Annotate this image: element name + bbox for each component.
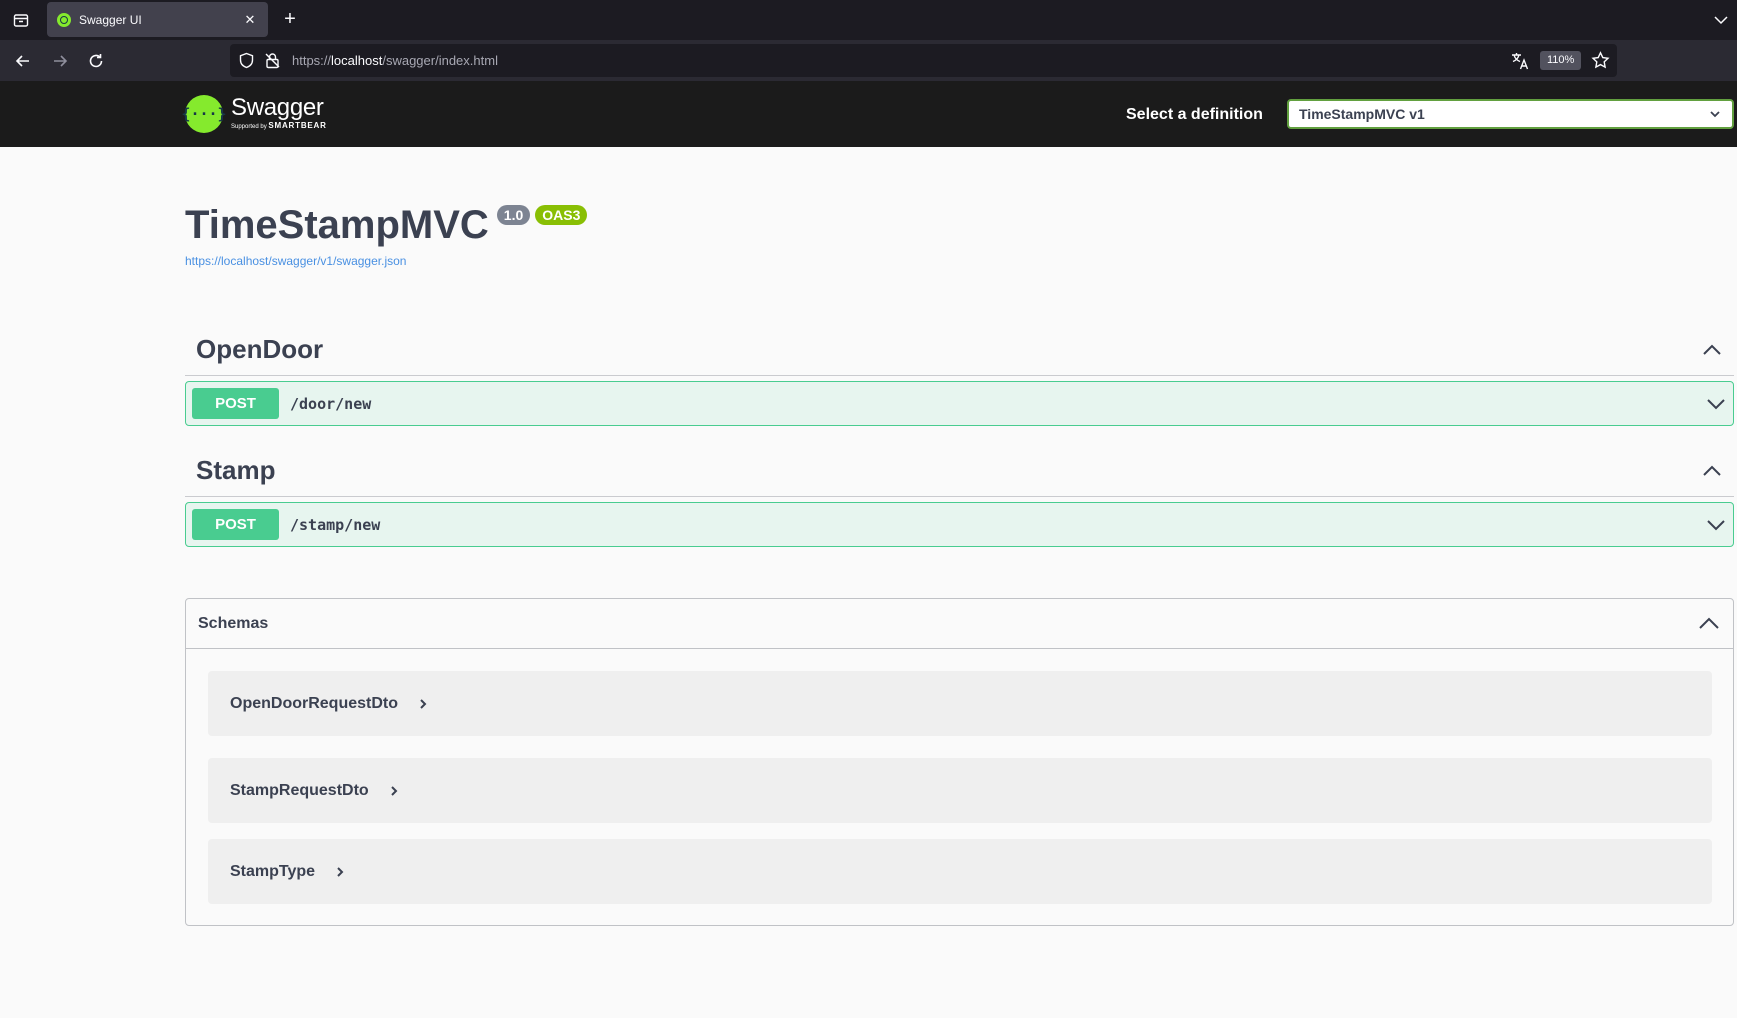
- translate-icon[interactable]: [1510, 51, 1530, 71]
- tag-section-opendoor: OpenDoor POST /door/new: [185, 324, 1734, 426]
- chevron-down-icon[interactable]: [1705, 393, 1727, 415]
- method-badge: POST: [192, 509, 279, 540]
- swagger-logo-icon: {···}: [181, 95, 227, 133]
- method-badge: POST: [192, 388, 279, 419]
- browser-nav-bar: https://localhost/swagger/index.html 110…: [0, 40, 1737, 81]
- tag-header[interactable]: OpenDoor: [185, 324, 1734, 376]
- model-opendoorrequestdto[interactable]: OpenDoorRequestDto: [208, 671, 1712, 736]
- definition-select-value: TimeStampMVC v1: [1299, 106, 1425, 122]
- address-bar[interactable]: https://localhost/swagger/index.html 110…: [230, 44, 1617, 77]
- tab-title: Swagger UI: [79, 12, 142, 27]
- tag-name: OpenDoor: [196, 334, 324, 364]
- tag-name: Stamp: [196, 455, 276, 485]
- chevron-down-icon[interactable]: [1710, 9, 1732, 31]
- model-name: StampType: [230, 862, 316, 880]
- spec-url-link[interactable]: https://localhost/swagger/v1/swagger.jso…: [185, 254, 587, 268]
- zoom-level-badge[interactable]: 110%: [1540, 51, 1582, 70]
- operation-post-stamp-new[interactable]: POST /stamp/new: [185, 502, 1734, 547]
- tab-list-icon[interactable]: [10, 9, 32, 31]
- operation-post-door-new[interactable]: POST /door/new: [185, 381, 1734, 426]
- chevron-right-icon: [416, 697, 430, 711]
- operation-path: /stamp/new: [290, 515, 381, 534]
- api-info: TimeStampMVC 1.0 OAS3 https://localhost/…: [185, 198, 588, 268]
- shield-icon[interactable]: [238, 52, 255, 69]
- api-title: TimeStampMVC: [185, 203, 489, 247]
- url-text[interactable]: https://localhost/swagger/index.html: [292, 53, 498, 68]
- chevron-right-icon: [333, 865, 347, 879]
- operation-path: /door/new: [290, 394, 372, 413]
- swagger-favicon-icon: [57, 12, 71, 27]
- bookmark-star-icon[interactable]: [1591, 51, 1610, 70]
- oas-badge: OAS3: [535, 205, 588, 225]
- chevron-up-icon[interactable]: [1697, 612, 1721, 636]
- schemas-header[interactable]: Schemas: [186, 599, 1733, 649]
- back-icon[interactable]: [11, 49, 35, 73]
- tag-section-stamp: Stamp POST /stamp/new: [185, 445, 1734, 547]
- model-name: StampRequestDto: [230, 781, 369, 799]
- chevron-down-icon[interactable]: [1705, 514, 1727, 536]
- version-badge: 1.0: [496, 205, 531, 225]
- swagger-logo-sub: Supported by SMARTBEAR: [231, 121, 327, 130]
- definition-label: Select a definition: [1126, 106, 1263, 123]
- schemas-title: Schemas: [198, 614, 269, 632]
- chevron-up-icon[interactable]: [1701, 460, 1723, 482]
- chevron-up-icon[interactable]: [1701, 339, 1723, 361]
- swagger-topbar: {···} Swagger Supported by SMARTBEAR Sel…: [0, 81, 1737, 147]
- browser-tab-bar: Swagger UI ✕ +: [0, 0, 1737, 40]
- definition-select[interactable]: TimeStampMVC v1: [1287, 99, 1734, 129]
- tag-header[interactable]: Stamp: [185, 445, 1734, 497]
- model-stamptype[interactable]: StampType: [208, 839, 1712, 904]
- model-stamprequestdto[interactable]: StampRequestDto: [208, 758, 1712, 823]
- browser-tab[interactable]: Swagger UI ✕: [47, 2, 268, 37]
- schemas-section: Schemas OpenDoorRequestDto StampRequestD…: [185, 598, 1734, 926]
- forward-icon[interactable]: [48, 49, 72, 73]
- swagger-logo[interactable]: {···} Swagger Supported by SMARTBEAR: [181, 94, 327, 134]
- chevron-down-icon: [1708, 107, 1722, 121]
- swagger-logo-name: Swagger: [231, 94, 324, 121]
- close-tab-icon[interactable]: ✕: [242, 12, 258, 28]
- reload-icon[interactable]: [84, 49, 108, 73]
- model-name: OpenDoorRequestDto: [230, 694, 398, 712]
- new-tab-icon[interactable]: +: [279, 8, 301, 30]
- chevron-right-icon: [387, 784, 401, 798]
- lock-icon[interactable]: [264, 52, 281, 69]
